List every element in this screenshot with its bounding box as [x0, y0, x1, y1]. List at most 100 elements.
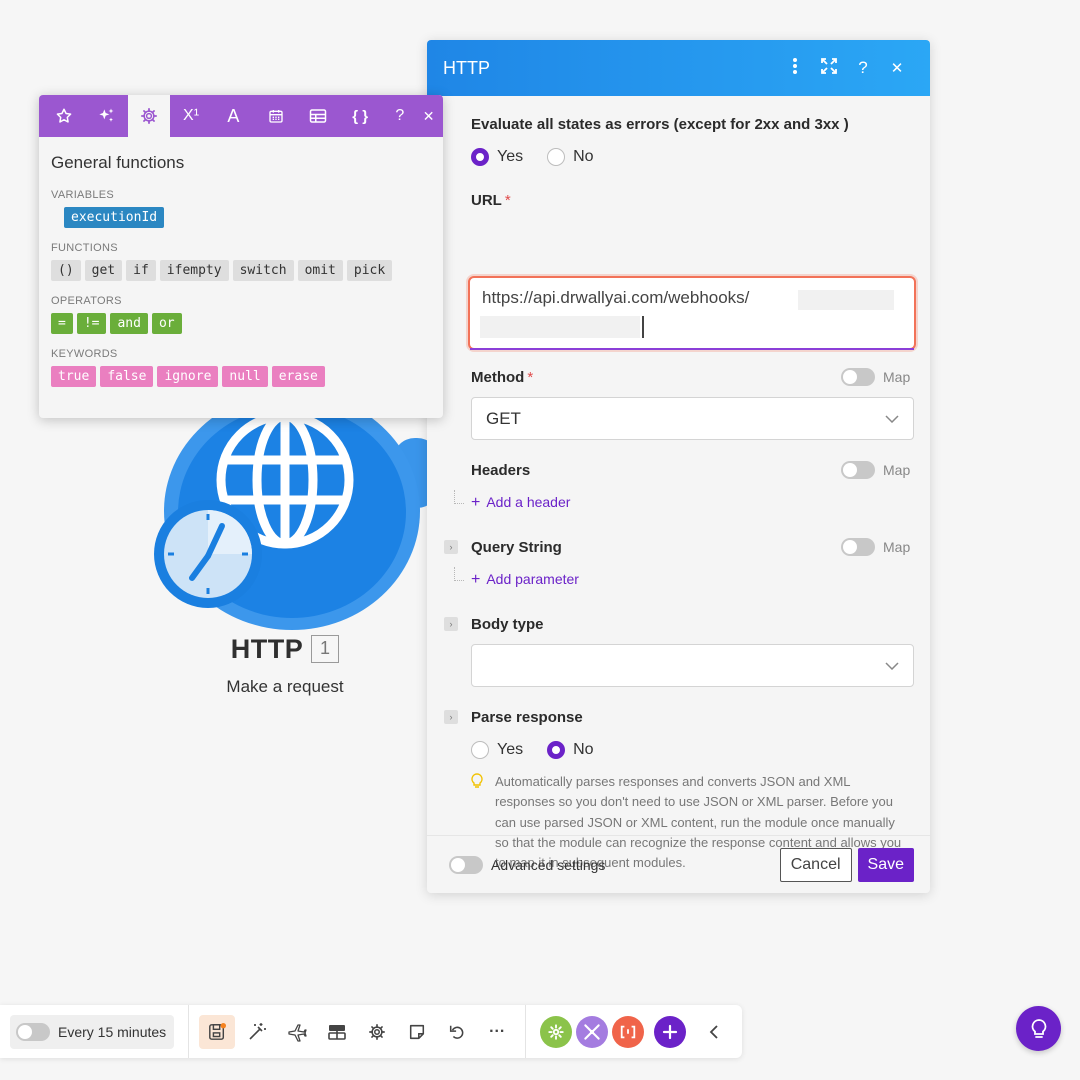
operator-chip[interactable]: != — [76, 313, 107, 334]
tab-general-functions[interactable] — [127, 95, 170, 137]
explain-flow-button[interactable] — [277, 1012, 317, 1052]
more-button[interactable]: ··· — [477, 1012, 517, 1052]
auto-align-button[interactable] — [237, 1012, 277, 1052]
close-button[interactable]: ✕ — [880, 58, 914, 78]
collapse-toolbar-button[interactable] — [694, 1012, 734, 1052]
keyword-chip[interactable]: null — [222, 366, 268, 387]
method-map-toggle[interactable] — [841, 368, 875, 386]
expand-icon — [821, 57, 837, 74]
tab-date[interactable] — [254, 95, 296, 137]
function-chip[interactable]: omit — [297, 260, 343, 281]
function-chip[interactable]: () — [51, 260, 81, 281]
operator-chip[interactable]: = — [51, 313, 73, 334]
evaluate-no-radio[interactable] — [547, 148, 566, 166]
add-header-link[interactable]: + Add a header — [471, 494, 570, 512]
chevron-right-icon: › — [449, 712, 453, 722]
sparkle-icon — [99, 108, 114, 122]
flow-control-app-badge[interactable] — [576, 1015, 609, 1048]
redacted-url-part — [798, 290, 894, 310]
http-module[interactable]: HTTP 1 Make a request — [150, 380, 440, 700]
input-focus-underline — [470, 348, 914, 350]
save-button[interactable]: Save — [857, 847, 914, 882]
advanced-settings-toggle[interactable] — [449, 855, 483, 874]
module-title-text: HTTP — [230, 634, 304, 664]
body-type-select[interactable] — [471, 644, 914, 687]
url-input[interactable]: https://api.drwallyai.com/webhooks/ — [468, 276, 916, 350]
functions-section-title: FUNCTIONS — [51, 242, 118, 254]
chevron-right-icon: › — [449, 542, 453, 552]
query-string-expander[interactable]: › — [444, 540, 458, 554]
add-parameter-link[interactable]: + Add parameter — [471, 571, 579, 589]
schedule-label: Every 15 minutes — [58, 1023, 167, 1040]
help-icon: ? — [395, 107, 405, 124]
module-subtitle: Make a request — [226, 677, 344, 696]
add-app-button[interactable] — [654, 1015, 687, 1048]
parse-no-radio[interactable] — [547, 741, 566, 759]
more-options-button[interactable] — [778, 57, 812, 80]
body-type-expander[interactable]: › — [444, 617, 458, 631]
variable-chip[interactable]: executionId — [64, 207, 165, 228]
method-select[interactable]: GET — [471, 397, 914, 440]
evaluate-yes-label: Yes — [497, 148, 524, 165]
tree-connector — [454, 567, 464, 581]
clock-icon — [154, 500, 262, 608]
tools-app-badge[interactable] — [540, 1015, 573, 1048]
notes-button[interactable] — [397, 1012, 437, 1052]
keyword-chip[interactable]: true — [51, 366, 97, 387]
url-label-text: URL — [471, 192, 502, 209]
variables-section-title: VARIABLES — [51, 189, 115, 201]
save-scenario-button[interactable] — [199, 1014, 236, 1049]
operator-chip[interactable]: or — [151, 313, 182, 334]
blueprint-button[interactable] — [317, 1012, 357, 1052]
plus-icon — [663, 1024, 678, 1039]
function-chip[interactable]: ifempty — [159, 260, 229, 281]
gear-icon — [548, 1023, 564, 1040]
headers-map-toggle-group: Map — [841, 461, 910, 479]
add-header-text: Add a header — [486, 494, 571, 510]
plus-icon: + — [471, 494, 481, 511]
evaluate-errors-label: Evaluate all states as errors (except fo… — [471, 116, 849, 133]
function-chip[interactable]: if — [126, 260, 156, 281]
superscript-icon: X¹ — [183, 107, 200, 124]
keyword-chip[interactable]: erase — [271, 366, 325, 387]
keyword-chip[interactable]: false — [100, 366, 154, 387]
tab-array[interactable] — [297, 95, 339, 137]
parse-response-expander[interactable]: › — [444, 710, 458, 724]
required-marker: * — [527, 369, 534, 386]
keyword-chip[interactable]: ignore — [157, 366, 219, 387]
query-string-label: Query String — [471, 539, 562, 556]
tab-favorites[interactable] — [43, 95, 85, 137]
ai-hint-button[interactable] — [1016, 1006, 1061, 1051]
operator-chip[interactable]: and — [110, 313, 148, 334]
query-map-toggle-group: Map — [841, 538, 910, 556]
help-button[interactable]: ? — [846, 58, 880, 78]
schedule-toggle[interactable] — [16, 1022, 50, 1041]
star-icon — [56, 108, 72, 123]
function-chip[interactable]: pick — [346, 260, 393, 281]
operators-list: = != and or — [51, 313, 431, 334]
tab-ai[interactable] — [85, 95, 127, 137]
chevron-down-icon — [885, 414, 899, 423]
json-app-badge[interactable] — [612, 1015, 645, 1048]
function-chip[interactable]: switch — [232, 260, 294, 281]
parse-yes-radio[interactable] — [471, 741, 489, 759]
cancel-button[interactable]: Cancel — [779, 847, 852, 882]
functions-close-button[interactable]: ✕ — [414, 95, 443, 137]
tab-text[interactable]: A — [212, 95, 254, 137]
function-chip[interactable]: get — [84, 260, 123, 281]
headers-map-toggle[interactable] — [841, 461, 875, 479]
schedule-control[interactable]: Every 15 minutes — [10, 1014, 175, 1049]
undo-button[interactable] — [437, 1012, 477, 1052]
expand-button[interactable] — [812, 57, 846, 79]
undo-icon — [450, 1025, 464, 1039]
http-panel-header: HTTP ? ✕ — [427, 40, 930, 96]
tab-json[interactable]: { } — [339, 95, 381, 137]
scenario-settings-button[interactable] — [357, 1012, 397, 1052]
add-parameter-text: Add parameter — [486, 571, 579, 587]
evaluate-errors-options: Yes No — [471, 148, 594, 166]
query-map-toggle[interactable] — [841, 538, 875, 556]
tab-math[interactable]: X¹ — [170, 95, 212, 137]
functions-list: () get if ifempty switch omit pick — [51, 260, 431, 281]
tab-help[interactable]: ? — [385, 95, 414, 137]
evaluate-yes-radio[interactable] — [471, 148, 489, 166]
